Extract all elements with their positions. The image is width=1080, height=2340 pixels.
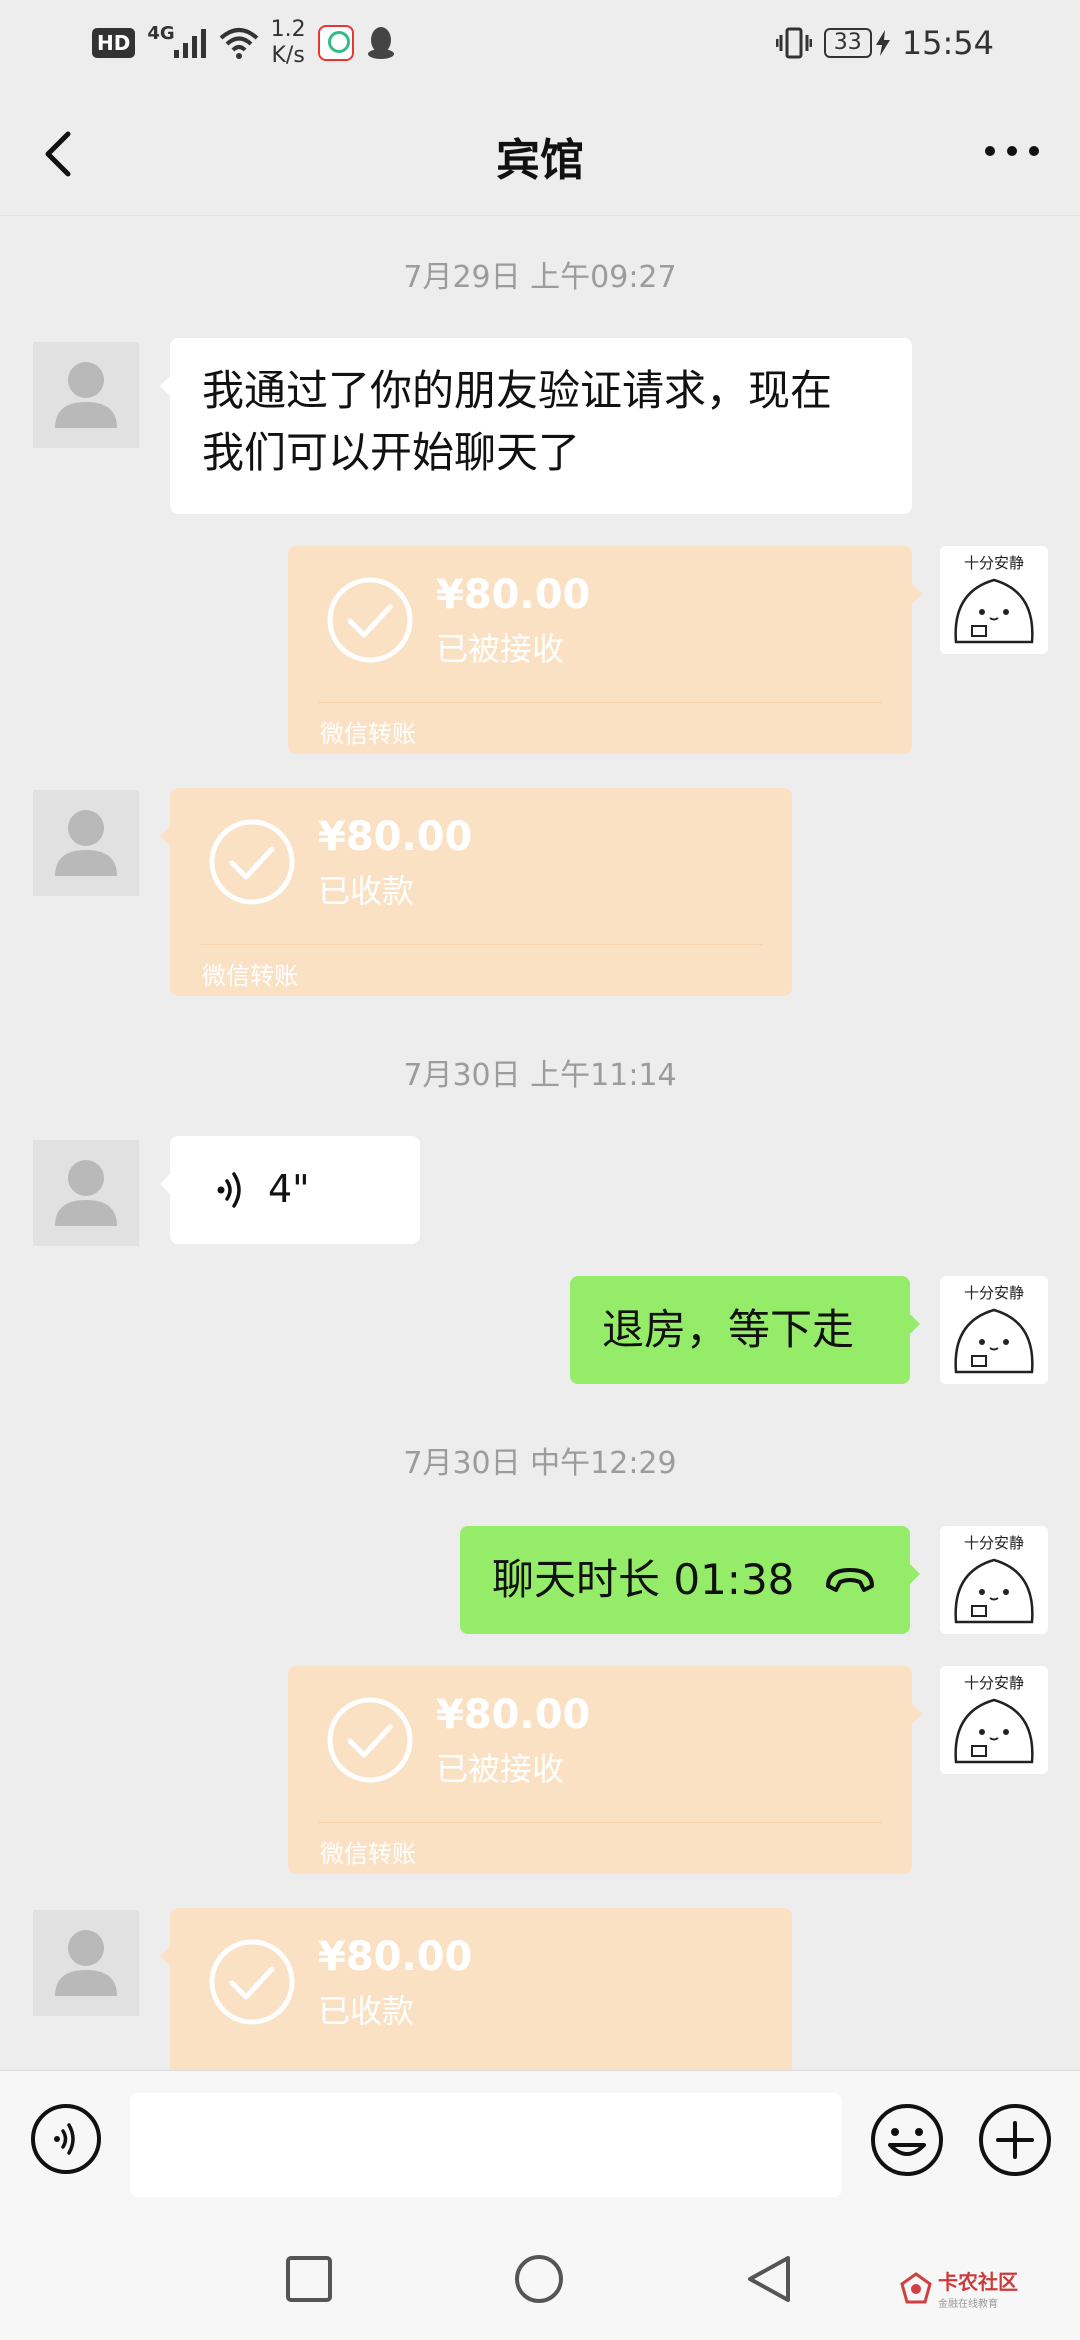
emoji-icon[interactable] bbox=[870, 2103, 944, 2177]
self-avatar[interactable]: 十分安静 bbox=[940, 1526, 1048, 1634]
status-left: HD 4G 1.2 K/s bbox=[92, 17, 396, 69]
network-label: 4G bbox=[147, 22, 175, 44]
cartoon-face-icon bbox=[954, 1308, 1034, 1374]
transfer-status: 已收款 bbox=[318, 872, 415, 910]
avatar-caption: 十分安静 bbox=[963, 1674, 1024, 1692]
check-circle-icon bbox=[327, 1697, 413, 1783]
system-navigation-bar: 卡农社区 金融在线教育 bbox=[0, 2202, 1080, 2340]
speed-unit: K/s bbox=[271, 43, 305, 68]
plus-more-icon[interactable] bbox=[978, 2103, 1052, 2177]
message-text: 退房，等下走 bbox=[602, 1305, 855, 1354]
transfer-status: 已收款 bbox=[318, 1992, 415, 2030]
speed-value: 1.2 bbox=[270, 17, 306, 42]
phone-hangup-icon bbox=[826, 1568, 874, 1592]
transfer-label: 微信转账 bbox=[320, 720, 416, 748]
voice-duration: 4" bbox=[268, 1167, 310, 1211]
home-icon[interactable] bbox=[514, 2254, 564, 2304]
timestamp: 7月30日 上午11:14 bbox=[403, 1058, 677, 1093]
voice-input-icon[interactable] bbox=[30, 2103, 102, 2175]
transfer-label: 微信转账 bbox=[202, 962, 298, 990]
cartoon-face-icon bbox=[954, 1698, 1034, 1764]
wifi-icon bbox=[219, 28, 258, 59]
contact-avatar[interactable] bbox=[33, 790, 139, 896]
status-right: 33 15:54 bbox=[775, 18, 994, 68]
check-circle-icon bbox=[327, 577, 413, 663]
call-duration-text: 聊天时长 01:38 bbox=[492, 1555, 795, 1604]
vibrate-icon bbox=[775, 27, 812, 59]
avatar-caption: 十分安静 bbox=[963, 1534, 1024, 1552]
chat-area[interactable]: 7月29日 上午09:27 我通过了你的朋友验证请求，现在 我们可以开始聊天了 … bbox=[0, 216, 1080, 2070]
message-bubble[interactable]: 退房，等下走 bbox=[570, 1276, 920, 1384]
self-avatar[interactable]: 十分安静 bbox=[940, 1666, 1048, 1774]
timestamp: 7月29日 上午09:27 bbox=[403, 260, 677, 295]
avatar-caption: 十分安静 bbox=[963, 554, 1024, 572]
charging-icon bbox=[875, 30, 890, 56]
message-bubble[interactable]: 我通过了你的朋友验证请求，现在 我们可以开始聊天了 bbox=[160, 338, 912, 514]
transfer-label: 微信转账 bbox=[320, 1840, 416, 1868]
watermark: 卡农社区 金融在线教育 bbox=[900, 2266, 1018, 2310]
clock: 15:54 bbox=[901, 24, 994, 62]
message-text: 我通过了你的朋友验证请求，现在 bbox=[202, 366, 833, 415]
transfer-card[interactable]: ¥80.00 已收款 微信转账 bbox=[160, 788, 792, 996]
transfer-card[interactable]: ¥80.00 已被接收 微信转账 bbox=[288, 546, 922, 754]
divider bbox=[318, 1822, 882, 1823]
transfer-amount: ¥80.00 bbox=[318, 814, 473, 860]
transfer-amount: ¥80.00 bbox=[318, 1934, 473, 1980]
app-notification-icon bbox=[317, 25, 354, 61]
recent-apps-icon[interactable] bbox=[284, 2254, 334, 2304]
transfer-amount: ¥80.00 bbox=[436, 572, 591, 618]
network-speed: 1.2 K/s bbox=[271, 17, 306, 69]
cartoon-face-icon bbox=[954, 1558, 1034, 1624]
battery-level: 33 bbox=[823, 28, 872, 58]
check-circle-icon bbox=[209, 819, 295, 905]
avatar-caption: 十分安静 bbox=[963, 1284, 1024, 1302]
more-options-icon[interactable] bbox=[982, 136, 1042, 166]
qq-icon bbox=[367, 27, 394, 59]
signal-icon bbox=[173, 29, 206, 58]
self-avatar[interactable]: 十分安静 bbox=[940, 546, 1048, 654]
title-bar: 宾馆 bbox=[0, 90, 1080, 216]
hd-badge: HD bbox=[92, 28, 136, 58]
transfer-card[interactable]: ¥80.00 已收款 bbox=[160, 1908, 792, 2070]
message-input[interactable] bbox=[130, 2093, 842, 2197]
voice-message[interactable]: 4" bbox=[160, 1136, 420, 1244]
timestamp: 7月30日 中午12:29 bbox=[403, 1446, 677, 1481]
transfer-amount: ¥80.00 bbox=[436, 1692, 591, 1738]
contact-avatar[interactable] bbox=[33, 1910, 139, 2016]
transfer-status: 已被接收 bbox=[436, 1750, 565, 1788]
input-bar bbox=[0, 2070, 1080, 2202]
voice-wave-icon bbox=[217, 1172, 241, 1208]
status-bar: HD 4G 1.2 K/s 33 15:54 bbox=[0, 0, 1080, 90]
call-record[interactable]: 聊天时长 01:38 bbox=[460, 1526, 920, 1634]
watermark-name: 卡农社区 bbox=[938, 2270, 1018, 2294]
watermark-slogan: 金融在线教育 bbox=[938, 2299, 998, 2310]
transfer-status: 已被接收 bbox=[436, 630, 565, 668]
back-triangle-icon[interactable] bbox=[744, 2254, 794, 2304]
message-text: 我们可以开始聊天了 bbox=[202, 428, 581, 477]
cartoon-face-icon bbox=[954, 578, 1034, 644]
divider bbox=[200, 944, 762, 945]
self-avatar[interactable]: 十分安静 bbox=[940, 1276, 1048, 1384]
contact-avatar[interactable] bbox=[33, 342, 139, 448]
contact-avatar[interactable] bbox=[33, 1140, 139, 1246]
divider bbox=[318, 702, 882, 703]
watermark-logo-icon bbox=[900, 2272, 932, 2304]
check-circle-icon bbox=[209, 1939, 295, 2025]
chat-title: 宾馆 bbox=[496, 135, 584, 186]
transfer-card[interactable]: ¥80.00 已被接收 微信转账 bbox=[288, 1666, 922, 1874]
